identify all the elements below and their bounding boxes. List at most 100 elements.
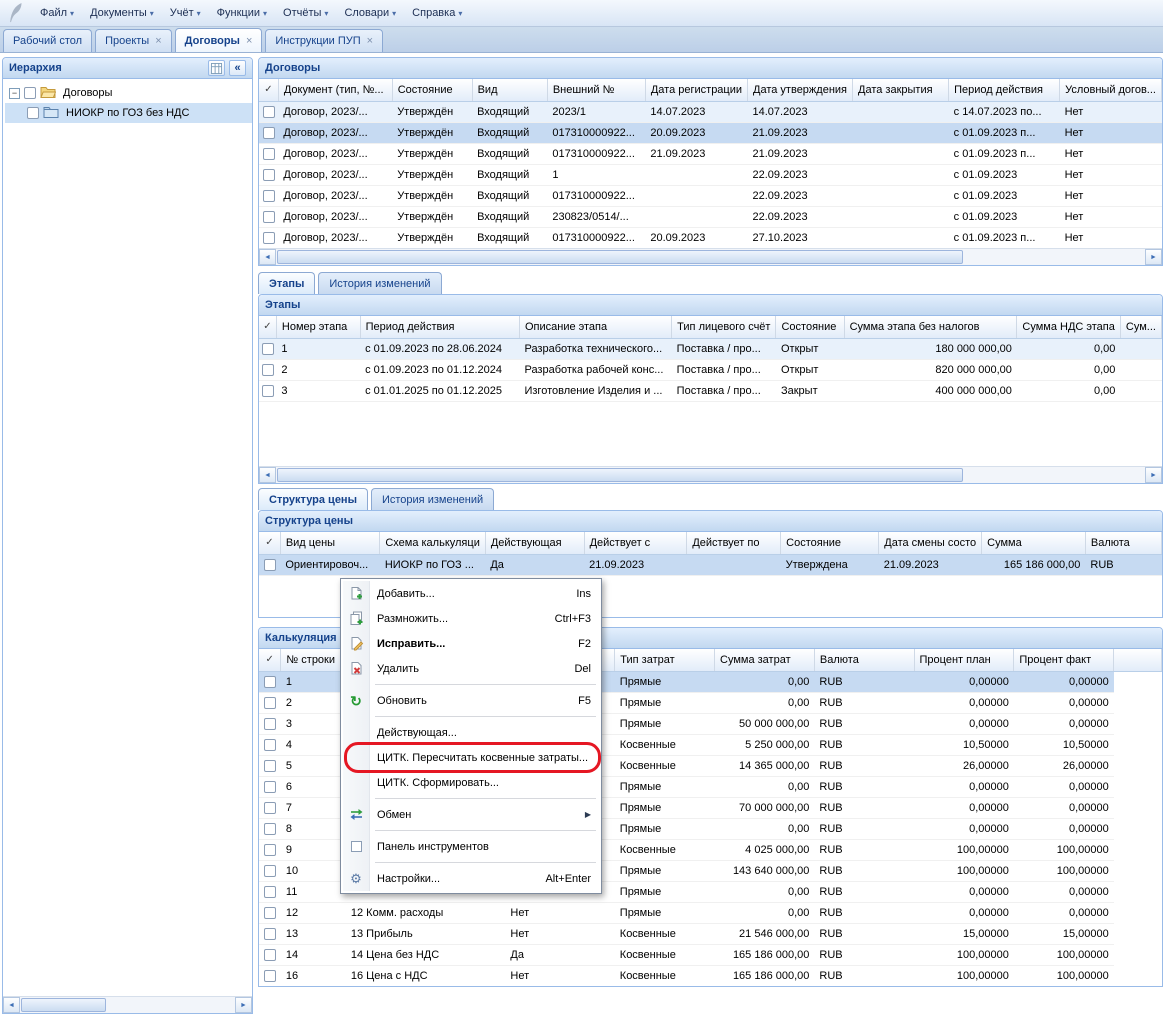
- row-checkbox[interactable]: [263, 190, 275, 202]
- row-checkbox[interactable]: [264, 676, 276, 688]
- menubar-item-documents[interactable]: Документы▾: [82, 4, 162, 22]
- table-row[interactable]: 2с 01.09.2023 по 01.12.2024Разработка ра…: [259, 359, 1162, 380]
- context-menu-item[interactable]: Добавить...Ins: [343, 581, 599, 606]
- menubar-item-file[interactable]: Файл▾: [32, 4, 82, 22]
- row-checkbox[interactable]: [264, 760, 276, 772]
- collapse-panel-button[interactable]: «: [229, 60, 246, 76]
- column-header[interactable]: Процент факт: [1014, 649, 1114, 671]
- row-checkbox[interactable]: [264, 802, 276, 814]
- column-header[interactable]: [1114, 649, 1162, 671]
- scroll-left-button[interactable]: ◄: [3, 997, 20, 1013]
- context-menu-item[interactable]: ↻ОбновитьF5: [343, 688, 599, 713]
- column-header[interactable]: Процент план: [914, 649, 1014, 671]
- table-row[interactable]: Договор, 2023/...УтверждёнВходящий230823…: [259, 206, 1162, 227]
- scrollbar-thumb[interactable]: [277, 250, 963, 264]
- row-checkbox[interactable]: [263, 211, 275, 223]
- column-header[interactable]: Сумма затрат: [715, 649, 815, 671]
- column-header[interactable]: Описание этапа: [519, 316, 671, 338]
- price-tab-0[interactable]: Структура цены: [258, 488, 368, 510]
- table-row[interactable]: Договор, 2023/...УтверждёнВходящий2023/1…: [259, 101, 1162, 122]
- table-row[interactable]: Договор, 2023/...УтверждёнВходящий017310…: [259, 185, 1162, 206]
- table-row[interactable]: 1с 01.09.2023 по 28.06.2024Разработка те…: [259, 338, 1162, 359]
- contracts-horizontal-scrollbar[interactable]: ◄ ►: [259, 248, 1162, 265]
- row-checkbox[interactable]: [264, 886, 276, 898]
- context-menu-item[interactable]: Обмен▶: [343, 802, 599, 827]
- column-header[interactable]: Номер этапа: [276, 316, 360, 338]
- column-header[interactable]: Внешний №: [547, 79, 645, 101]
- close-icon[interactable]: ×: [367, 35, 373, 47]
- table-row[interactable]: Договор, 2023/...УтверждёнВходящий122.09…: [259, 164, 1162, 185]
- tree-item-contracts[interactable]: − Договоры: [5, 83, 252, 103]
- context-menu-item[interactable]: ЦИТК. Сформировать...: [343, 770, 599, 795]
- scroll-right-button[interactable]: ►: [1145, 467, 1162, 483]
- column-header[interactable]: Вид цены: [280, 532, 380, 554]
- context-menu-item[interactable]: Панель инструментов: [343, 834, 599, 859]
- table-row[interactable]: Договор, 2023/...УтверждёнВходящий017310…: [259, 122, 1162, 143]
- scroll-right-button[interactable]: ►: [1145, 249, 1162, 265]
- row-checkbox[interactable]: [263, 127, 275, 139]
- table-row[interactable]: 1212 Комм. расходыНетПрямые0,00RUB0,0000…: [259, 902, 1162, 923]
- column-header[interactable]: Валюта: [814, 649, 914, 671]
- tree-item-niokr[interactable]: НИОКР по ГОЗ без НДС: [5, 103, 252, 123]
- column-header[interactable]: Сум...: [1120, 316, 1161, 338]
- menubar-item-reports[interactable]: Отчёты▾: [275, 4, 336, 22]
- close-icon[interactable]: ×: [155, 35, 161, 47]
- column-header[interactable]: Состояние: [392, 79, 472, 101]
- column-header[interactable]: Действующая: [485, 532, 584, 554]
- price-tab-1[interactable]: История изменений: [371, 488, 494, 510]
- column-header[interactable]: Сумма НДС этапа: [1017, 316, 1121, 338]
- column-header[interactable]: Тип затрат: [615, 649, 715, 671]
- scrollbar-thumb[interactable]: [21, 998, 106, 1012]
- column-header[interactable]: Сумма: [982, 532, 1086, 554]
- context-menu-item[interactable]: Исправить...F2: [343, 631, 599, 656]
- row-checkbox[interactable]: [264, 970, 276, 982]
- column-header[interactable]: Условный догов...: [1060, 79, 1162, 101]
- sidebar-horizontal-scrollbar[interactable]: ◄ ►: [3, 996, 252, 1013]
- stages-horizontal-scrollbar[interactable]: ◄ ►: [259, 466, 1162, 483]
- row-checkbox[interactable]: [264, 781, 276, 793]
- row-checkbox[interactable]: [264, 559, 276, 571]
- table-row[interactable]: 1414 Цена без НДСДаКосвенные165 186 000,…: [259, 944, 1162, 965]
- select-all-header[interactable]: ✓: [259, 79, 278, 101]
- column-header[interactable]: Дата утверждения: [748, 79, 853, 101]
- row-checkbox[interactable]: [264, 844, 276, 856]
- stages-tab-0[interactable]: Этапы: [258, 272, 315, 294]
- row-checkbox[interactable]: [263, 106, 275, 118]
- column-header[interactable]: Схема калькуляци: [380, 532, 486, 554]
- column-header[interactable]: Действует по: [687, 532, 781, 554]
- table-row[interactable]: 3с 01.01.2025 по 01.12.2025Изготовление …: [259, 380, 1162, 401]
- tree-checkbox[interactable]: [27, 107, 39, 119]
- context-menu-item[interactable]: ЦИТК. Пересчитать косвенные затраты...: [343, 745, 599, 770]
- column-header[interactable]: № строки: [281, 649, 346, 671]
- column-header[interactable]: Период действия: [949, 79, 1060, 101]
- column-header[interactable]: Действует с: [584, 532, 687, 554]
- table-row[interactable]: Ориентировоч...НИОКР по ГОЗ ...Да21.09.2…: [259, 554, 1162, 575]
- tab-3[interactable]: Инструкции ПУП×: [265, 29, 383, 52]
- select-all-header[interactable]: ✓: [259, 532, 280, 554]
- column-header[interactable]: Дата смены состо: [879, 532, 982, 554]
- menubar-item-functions[interactable]: Функции▾: [209, 4, 275, 22]
- row-checkbox[interactable]: [263, 169, 275, 181]
- row-checkbox[interactable]: [263, 148, 275, 160]
- row-checkbox[interactable]: [264, 739, 276, 751]
- table-row[interactable]: 1313 ПрибыльНетКосвенные21 546 000,00RUB…: [259, 923, 1162, 944]
- grid-view-icon[interactable]: [208, 60, 225, 76]
- column-header[interactable]: Дата закрытия: [853, 79, 949, 101]
- menubar-item-accounting[interactable]: Учёт▾: [162, 4, 209, 22]
- scroll-left-button[interactable]: ◄: [259, 249, 276, 265]
- select-all-header[interactable]: ✓: [259, 649, 281, 671]
- row-checkbox[interactable]: [264, 718, 276, 730]
- row-checkbox[interactable]: [262, 385, 274, 397]
- tab-0[interactable]: Рабочий стол: [3, 29, 92, 52]
- close-icon[interactable]: ×: [246, 35, 252, 47]
- menubar-item-dictionaries[interactable]: Словари▾: [336, 4, 404, 22]
- context-menu-item[interactable]: Размножить...Ctrl+F3: [343, 606, 599, 631]
- context-menu-item[interactable]: Действующая...: [343, 720, 599, 745]
- row-checkbox[interactable]: [262, 364, 274, 376]
- scroll-right-button[interactable]: ►: [235, 997, 252, 1013]
- scrollbar-thumb[interactable]: [277, 468, 963, 482]
- column-header[interactable]: Сумма этапа без налогов: [844, 316, 1017, 338]
- row-checkbox[interactable]: [264, 907, 276, 919]
- row-checkbox[interactable]: [264, 865, 276, 877]
- table-row[interactable]: Договор, 2023/...УтверждёнВходящий017310…: [259, 227, 1162, 248]
